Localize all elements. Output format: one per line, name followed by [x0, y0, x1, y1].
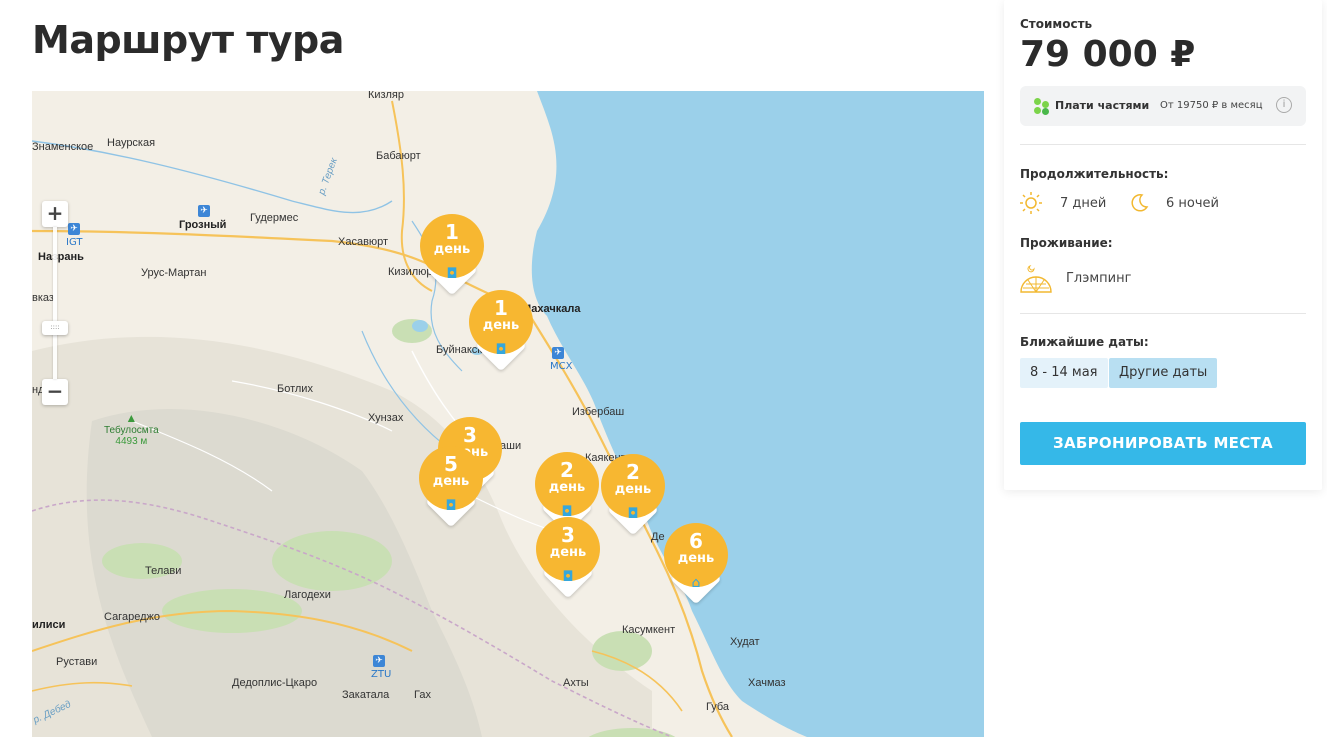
divider [1020, 144, 1306, 145]
pin-day-label: день [614, 482, 652, 497]
map-label-lagodekhi: Лагодехи [284, 589, 331, 601]
map-label-kasumkent: Касумкент [622, 624, 676, 636]
map-label-grozny: Грозный [179, 219, 227, 231]
pin-day-label: день [433, 242, 471, 257]
map-base [32, 91, 984, 737]
duration-nights: 6 ночей [1166, 196, 1219, 211]
camera-icon: ◘ [562, 569, 574, 585]
pin-number: 5 [444, 452, 458, 476]
airport-ztu: ✈ ZTU [371, 655, 392, 680]
other-dates-button[interactable]: Другие даты [1109, 358, 1218, 388]
installment-banner[interactable]: Плати частями От 19750 ₽ в месяц i [1020, 86, 1306, 126]
dates-label: Ближайшие даты: [1020, 335, 1149, 349]
map-label-botlikh: Ботлих [277, 383, 313, 395]
duration-days: 7 дней [1060, 196, 1107, 211]
route-pin-day[interactable]: 1 день ◘ [469, 290, 533, 372]
map-label-izberbash: Избербаш [572, 406, 625, 418]
mountain-tebulosmta: ▲ Тебулосмта 4493 м [104, 411, 159, 447]
accommodation-label: Проживание: [1020, 236, 1113, 250]
camera-icon: ◘ [446, 266, 458, 282]
accommodation-type: Глэмпинг [1066, 271, 1132, 286]
zoom-slider-handle[interactable]: :::: [42, 321, 68, 335]
map-zoom-control: + :::: − [42, 201, 68, 405]
date-option-chip[interactable]: 8 - 14 мая [1020, 358, 1108, 388]
map-label-naurskaya: Наурская [107, 137, 156, 149]
route-pin-day[interactable]: 1 день ◘ [420, 214, 484, 296]
map-label-sagaredzho: Сагареджо [104, 611, 160, 623]
map-label-khudat: Худат [730, 636, 760, 648]
sun-icon [1020, 192, 1042, 214]
pin-number: 3 [463, 423, 477, 447]
map-label-zakatala: Закатала [342, 689, 390, 701]
map-label-khasavyurt: Хасавюрт [338, 236, 389, 248]
glamping-dome-icon [1018, 260, 1054, 296]
pin-number: 6 [689, 529, 703, 553]
moon-icon [1128, 192, 1150, 214]
map-label-dedoplis: Дедоплис-Цкаро [232, 677, 318, 689]
booking-sidebar: Стоимость 79 000 ₽ Плати частями От 1975… [1004, 0, 1322, 490]
route-pin-day[interactable]: 5 день ◘ [419, 446, 483, 528]
map-label-tebulosmta-height: 4493 м [115, 436, 148, 447]
pin-number: 1 [445, 220, 459, 244]
map-label-gakh: Гах [414, 689, 431, 701]
pin-day-label: день [548, 480, 586, 495]
price-label: Стоимость [1020, 17, 1093, 31]
map-label-babayurt: Бабаюрт [376, 150, 421, 162]
installment-logo-icon [1034, 98, 1050, 115]
airport-mcx: ✈ МСХ [550, 347, 573, 372]
pin-day-label: день [432, 474, 470, 489]
map-label-tebulosmta: Тебулосмта [104, 425, 159, 436]
divider [1020, 313, 1306, 314]
info-icon[interactable]: i [1276, 97, 1292, 113]
mountain-icon: ▲ [125, 411, 138, 425]
museum-icon: ⌂ [691, 575, 701, 591]
map-label-ami: аши [500, 440, 522, 452]
map-label-tbilisi: илиси [32, 619, 66, 631]
map-label-urus-martan: Урус-Мартан [141, 267, 207, 279]
camera-icon: ◘ [445, 498, 457, 514]
installment-from: От 19750 ₽ в месяц [1160, 100, 1263, 111]
route-pin-day[interactable]: 6 день ⌂ [664, 523, 728, 605]
camera-icon: ◘ [495, 342, 507, 358]
airport-grozny-icon: ✈ [196, 205, 212, 217]
camera-icon: ◘ [627, 506, 639, 522]
map-label-rustavi: Рустави [56, 656, 98, 668]
page-title: Маршрут тура [32, 18, 344, 62]
pin-day-label: день [677, 551, 715, 566]
route-pin-day[interactable]: 3день ◘ [536, 517, 600, 599]
airport-igt: ✈ IGT [66, 223, 83, 248]
duration-label: Продолжительность: [1020, 167, 1169, 181]
map-label-kizlyar: Кизляр [368, 91, 404, 101]
pin-number: 3 [561, 523, 575, 547]
pin-day-label: день [482, 318, 520, 333]
pin-number: 2 [626, 460, 640, 484]
zoom-slider[interactable]: :::: [42, 227, 68, 379]
map-label-guba: Губа [706, 701, 730, 713]
zoom-in-button[interactable]: + [42, 201, 68, 227]
map-label-gudermes: Гудермес [250, 212, 299, 224]
zoom-out-button[interactable]: − [42, 379, 68, 405]
map-label-akhty: Ахты [563, 677, 589, 689]
pin-number: 2 [560, 458, 574, 482]
tour-route-map[interactable]: Кизляр Наурская Знаменское Бабаюрт р. Те… [32, 91, 984, 737]
pin-day-label: день [549, 545, 587, 560]
map-label-telavi: Телави [145, 565, 182, 577]
route-pin-day[interactable]: 2 день ◘ [601, 454, 665, 536]
map-label-znamenskoe: Знаменское [32, 141, 94, 153]
book-places-button[interactable]: ЗАБРОНИРОВАТЬ МЕСТА [1020, 422, 1306, 465]
map-label-khunzakh: Хунзах [368, 412, 404, 424]
pin-number: 1 [494, 296, 508, 320]
map-label-khachmaz: Хачмаз [748, 677, 786, 689]
tour-price: 79 000 ₽ [1020, 34, 1196, 75]
installment-name: Плати частями [1055, 99, 1150, 112]
